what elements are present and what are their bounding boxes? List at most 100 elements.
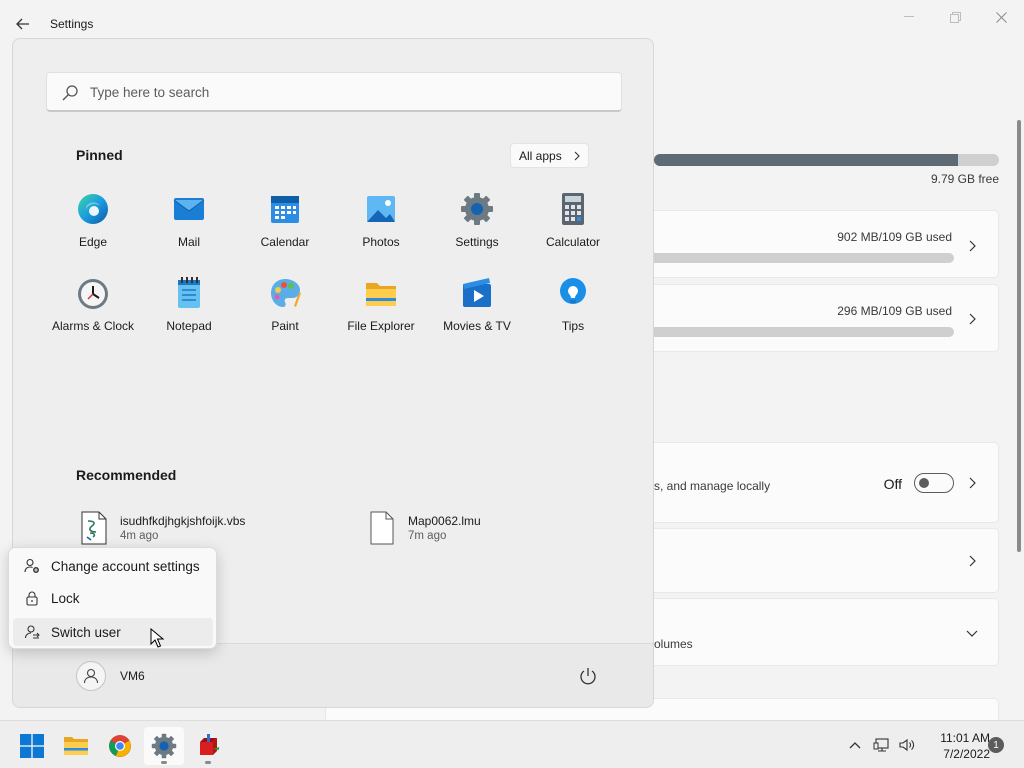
search-icon — [62, 85, 78, 101]
storage-category-card-1[interactable]: 902 MB/109 GB used — [654, 210, 999, 278]
network-button[interactable] — [872, 735, 892, 755]
pinned-app-tips[interactable]: Tips — [525, 274, 621, 346]
minimize-icon — [904, 16, 914, 17]
start-icon — [20, 734, 44, 758]
app-label: Settings — [455, 235, 499, 249]
menu-item-label: Switch user — [51, 624, 121, 640]
pinned-app-mail[interactable]: Mail — [141, 190, 237, 262]
calculator-icon — [562, 193, 584, 225]
lock-item[interactable]: Lock — [13, 584, 213, 612]
storage-sense-card[interactable]: s, and manage locally Off — [654, 442, 999, 523]
account-settings-icon — [24, 558, 39, 573]
show-hidden-icons-button[interactable] — [845, 735, 865, 755]
pinned-app-notepad[interactable]: Notepad — [141, 274, 237, 346]
edge-icon — [78, 194, 108, 224]
taskbar-rpg-maker[interactable] — [188, 727, 228, 765]
pinned-app-edge[interactable]: Edge — [45, 190, 141, 262]
app-label: Movies & TV — [443, 319, 511, 333]
start-button[interactable] — [12, 727, 52, 765]
taskbar-file-explorer[interactable] — [56, 727, 96, 765]
user-name: VM6 — [120, 669, 145, 683]
storage-sense-description: s, and manage locally — [654, 479, 771, 493]
all-apps-button[interactable]: All apps — [510, 143, 589, 168]
menu-item-label: Lock — [51, 590, 80, 606]
network-icon — [873, 738, 889, 752]
switch-user-item[interactable]: Switch user — [13, 618, 213, 646]
power-icon[interactable] — [578, 666, 598, 686]
pinned-app-photos[interactable]: Photos — [333, 190, 429, 262]
running-indicator — [161, 761, 167, 764]
toggle-knob — [919, 478, 929, 488]
taskbar-chrome[interactable] — [100, 727, 140, 765]
app-label: Photos — [362, 235, 400, 249]
minimize-button[interactable] — [886, 6, 932, 28]
pinned-app-alarms-clock[interactable]: Alarms & Clock — [45, 274, 141, 346]
chevron-right-icon — [966, 477, 978, 489]
rpg-maker-icon — [200, 734, 219, 755]
start-search-input[interactable]: Type here to search — [46, 72, 622, 112]
chevron-right-icon — [966, 240, 978, 252]
recommended-item[interactable]: isudhfkdjhgkjshfoijk.vbs 4m ago — [79, 511, 299, 551]
user-account-button[interactable]: VM6 — [76, 661, 145, 691]
blank-file-icon — [370, 511, 394, 545]
settings-scrollbar[interactable] — [1017, 120, 1021, 552]
chrome-icon — [109, 735, 131, 757]
advanced-storage-card[interactable]: olumes — [654, 598, 999, 666]
pinned-app-paint[interactable]: Paint — [237, 274, 333, 346]
chevron-down-icon — [966, 627, 978, 639]
clock-time: 11:01 AM — [940, 731, 990, 745]
storage-free-text: 9.79 GB free — [930, 172, 999, 186]
storage-category-bar — [654, 253, 954, 263]
pinned-app-calculator[interactable]: Calculator — [525, 190, 621, 262]
taskbar-clock[interactable]: 11:01 AM 7/2/2022 — [922, 730, 990, 762]
pinned-app-file-explorer[interactable]: File Explorer — [333, 274, 429, 346]
recommended-file-name: isudhfkdjhgkjshfoijk.vbs — [120, 514, 246, 528]
volume-button[interactable] — [897, 735, 917, 755]
close-button[interactable] — [978, 6, 1024, 28]
user-icon — [83, 668, 99, 684]
photos-icon — [367, 196, 395, 222]
switch-user-icon — [24, 625, 40, 639]
start-menu-footer: VM6 — [13, 643, 653, 707]
storage-category-card-2[interactable]: 296 MB/109 GB used — [654, 284, 999, 352]
all-apps-label: All apps — [519, 148, 562, 163]
cleanup-recommendations-card[interactable] — [654, 528, 999, 593]
taskbar: 11:01 AM 7/2/2022 1 — [0, 720, 1024, 768]
storage-used-text: 902 MB/109 GB used — [837, 230, 952, 244]
window-title: Settings — [50, 17, 94, 31]
back-button[interactable] — [12, 14, 34, 34]
lightbulb-icon — [560, 278, 586, 304]
app-label: Calendar — [260, 235, 310, 249]
chevron-right-icon — [574, 151, 580, 161]
app-label: Paint — [271, 319, 299, 333]
notepad-icon — [178, 277, 200, 308]
chevron-up-icon — [849, 742, 861, 749]
back-arrow-icon — [16, 18, 29, 30]
pinned-app-movies-tv[interactable]: Movies & TV — [429, 274, 525, 346]
clock-icon — [78, 279, 108, 309]
settings-icon — [151, 733, 177, 759]
app-label: Alarms & Clock — [51, 319, 134, 333]
speaker-icon — [899, 738, 914, 752]
search-placeholder: Type here to search — [90, 85, 210, 100]
pinned-title: Pinned — [76, 147, 123, 163]
avatar — [76, 661, 106, 691]
notification-badge[interactable]: 1 — [988, 737, 1004, 753]
calendar-icon — [271, 196, 299, 223]
restore-button[interactable] — [932, 6, 978, 28]
settings-gear-icon — [461, 193, 493, 225]
mouse-pointer-icon — [150, 628, 164, 648]
pinned-app-settings[interactable]: Settings — [429, 190, 525, 262]
recommended-file-time: 7m ago — [408, 530, 447, 542]
change-account-settings-item[interactable]: Change account settings — [13, 552, 213, 580]
clock-date: 7/2/2022 — [943, 747, 990, 761]
recommended-file-time: 4m ago — [120, 530, 159, 542]
storage-sense-toggle[interactable] — [914, 473, 954, 493]
lock-icon — [26, 591, 38, 606]
running-indicator — [205, 761, 211, 764]
taskbar-settings[interactable] — [144, 727, 184, 765]
recommended-item[interactable]: Map0062.lmu 7m ago — [367, 511, 567, 551]
pinned-app-calendar[interactable]: Calendar — [237, 190, 333, 262]
script-file-icon — [81, 511, 107, 545]
volumes-text: olumes — [654, 637, 693, 651]
